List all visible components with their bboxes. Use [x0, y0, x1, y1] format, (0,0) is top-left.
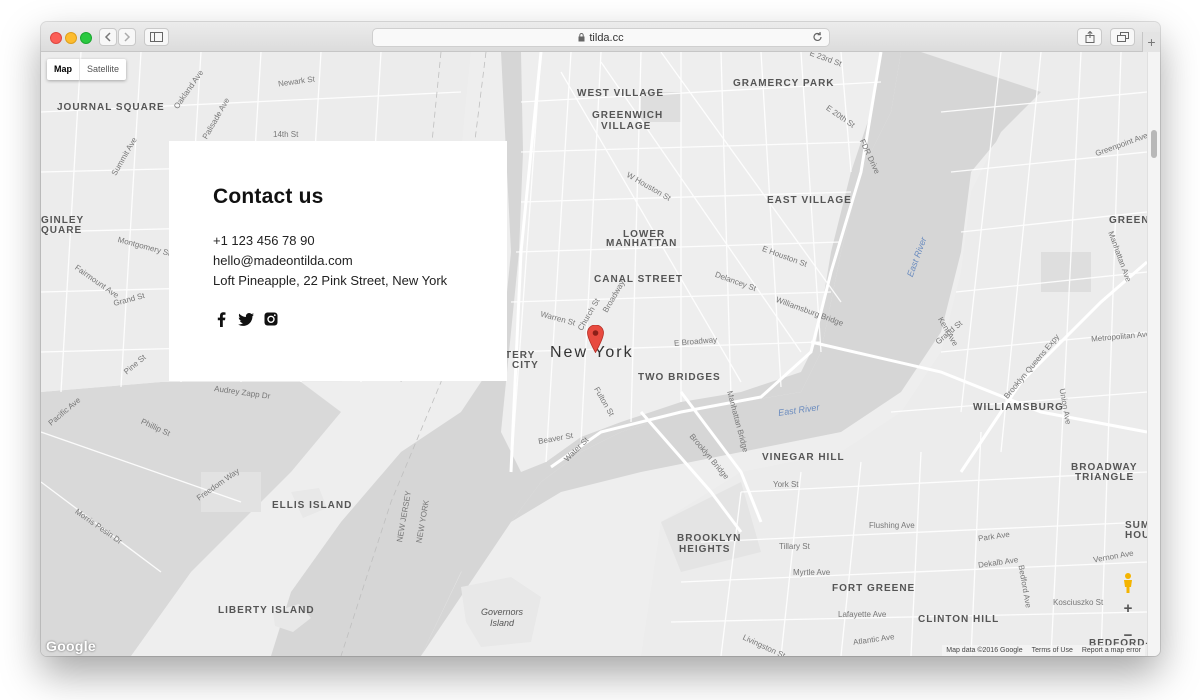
place-label: VINEGAR HILL — [762, 452, 845, 463]
page-scrollbar[interactable] — [1147, 52, 1160, 656]
place-label: BROOKLYN — [677, 533, 742, 544]
chevron-right-icon — [124, 32, 131, 42]
street-label: Flushing Ave — [869, 521, 915, 530]
map-type-control: Map Satellite — [47, 59, 127, 80]
place-label: HEIGHTS — [679, 544, 731, 555]
map-view[interactable]: JOURNAL SQUARE WEST VILLAGE GRAMERCY PAR… — [41, 52, 1147, 656]
google-logo: Google — [46, 638, 97, 654]
island-label: Governors — [481, 607, 524, 617]
browser-window: tilda.cc + JOURNAL SQUARE WEST VILLAGE G… — [41, 22, 1160, 656]
place-label: WILLIAMSBURG — [973, 402, 1064, 413]
contact-address: Loft Pineapple, 22 Pink Street, New York — [213, 273, 448, 288]
street-label: Lafayette Ave — [838, 610, 887, 619]
place-label: TRIANGLE — [1075, 472, 1135, 483]
contact-title: Contact us — [213, 185, 324, 208]
zoom-control: + − — [1117, 600, 1139, 644]
zoom-out-button[interactable]: − — [1124, 627, 1133, 644]
terms-of-use-link[interactable]: Terms of Use — [1032, 645, 1073, 656]
zoom-window-button[interactable] — [80, 32, 92, 44]
share-button[interactable] — [1077, 28, 1102, 46]
scrollbar-thumb[interactable] — [1151, 130, 1157, 158]
place-label: EAST VILLAGE — [767, 195, 852, 206]
sidebar-icon — [150, 32, 163, 42]
zoom-in-button[interactable]: + — [1124, 600, 1133, 617]
place-label: ELLIS ISLAND — [272, 500, 353, 511]
close-window-button[interactable] — [50, 32, 62, 44]
place-label: GRAMERCY PARK — [733, 78, 835, 89]
report-map-error-link[interactable]: Report a map error — [1082, 645, 1141, 656]
street-view-pegman-icon[interactable] — [1121, 572, 1135, 594]
place-label: CITY — [512, 360, 539, 371]
place-label: GREENF — [1109, 215, 1147, 226]
map-attribution: Map data ©2016 Google Terms of Use Repor… — [942, 645, 1145, 656]
map-marker-icon[interactable] — [587, 325, 604, 353]
place-label: CANAL STREET — [594, 274, 684, 285]
place-label: MANHATTAN — [606, 238, 678, 249]
street-label: 14th St — [273, 130, 299, 139]
minimize-window-button[interactable] — [65, 32, 77, 44]
chevron-left-icon — [104, 32, 111, 42]
place-label: CLINTON HILL — [918, 614, 1000, 625]
browser-toolbar: tilda.cc + — [41, 22, 1160, 52]
street-label: Tillary St — [779, 542, 810, 551]
map-data-credit: Map data ©2016 Google — [946, 647, 1023, 654]
tabs-icon — [1116, 32, 1129, 42]
social-links — [213, 311, 507, 327]
place-label: WEST VILLAGE — [577, 88, 664, 99]
place-label: VILLAGE — [601, 121, 652, 132]
street-label: Kosciuszko St — [1053, 598, 1104, 607]
plus-icon: + — [1147, 34, 1156, 50]
show-tabs-button[interactable] — [1110, 28, 1135, 46]
map-view-button[interactable]: Map — [47, 59, 80, 80]
address-bar[interactable]: tilda.cc — [372, 28, 830, 47]
twitter-icon[interactable] — [238, 311, 254, 327]
street-label: Myrtle Ave — [793, 568, 831, 577]
sidebar-toggle-button[interactable] — [144, 28, 169, 46]
place-label: JOURNAL SQUARE — [57, 102, 165, 113]
forward-button[interactable] — [118, 28, 136, 46]
contact-phone: +1 123 456 78 90 — [213, 233, 315, 248]
lock-icon — [578, 33, 585, 42]
satellite-view-button[interactable]: Satellite — [80, 59, 126, 80]
facebook-icon[interactable] — [213, 311, 229, 327]
new-tab-button[interactable]: + — [1142, 32, 1160, 52]
contact-email: hello@madeontilda.com — [213, 253, 353, 268]
back-button[interactable] — [99, 28, 117, 46]
share-icon — [1085, 31, 1094, 43]
instagram-icon[interactable] — [263, 311, 279, 327]
place-label: GREENWICH — [592, 110, 664, 121]
street-label: York St — [773, 480, 799, 489]
place-label: QUARE — [41, 225, 83, 236]
contact-card: Contact us +1 123 456 78 90 hello@madeon… — [169, 141, 507, 381]
place-label: TWO BRIDGES — [638, 372, 721, 383]
place-label: FORT GREENE — [832, 583, 916, 594]
island-label: Island — [490, 618, 515, 628]
place-label: HOU — [1125, 530, 1147, 541]
reload-icon[interactable] — [812, 31, 823, 43]
place-label: LIBERTY ISLAND — [218, 605, 315, 616]
url-text: tilda.cc — [589, 31, 624, 44]
